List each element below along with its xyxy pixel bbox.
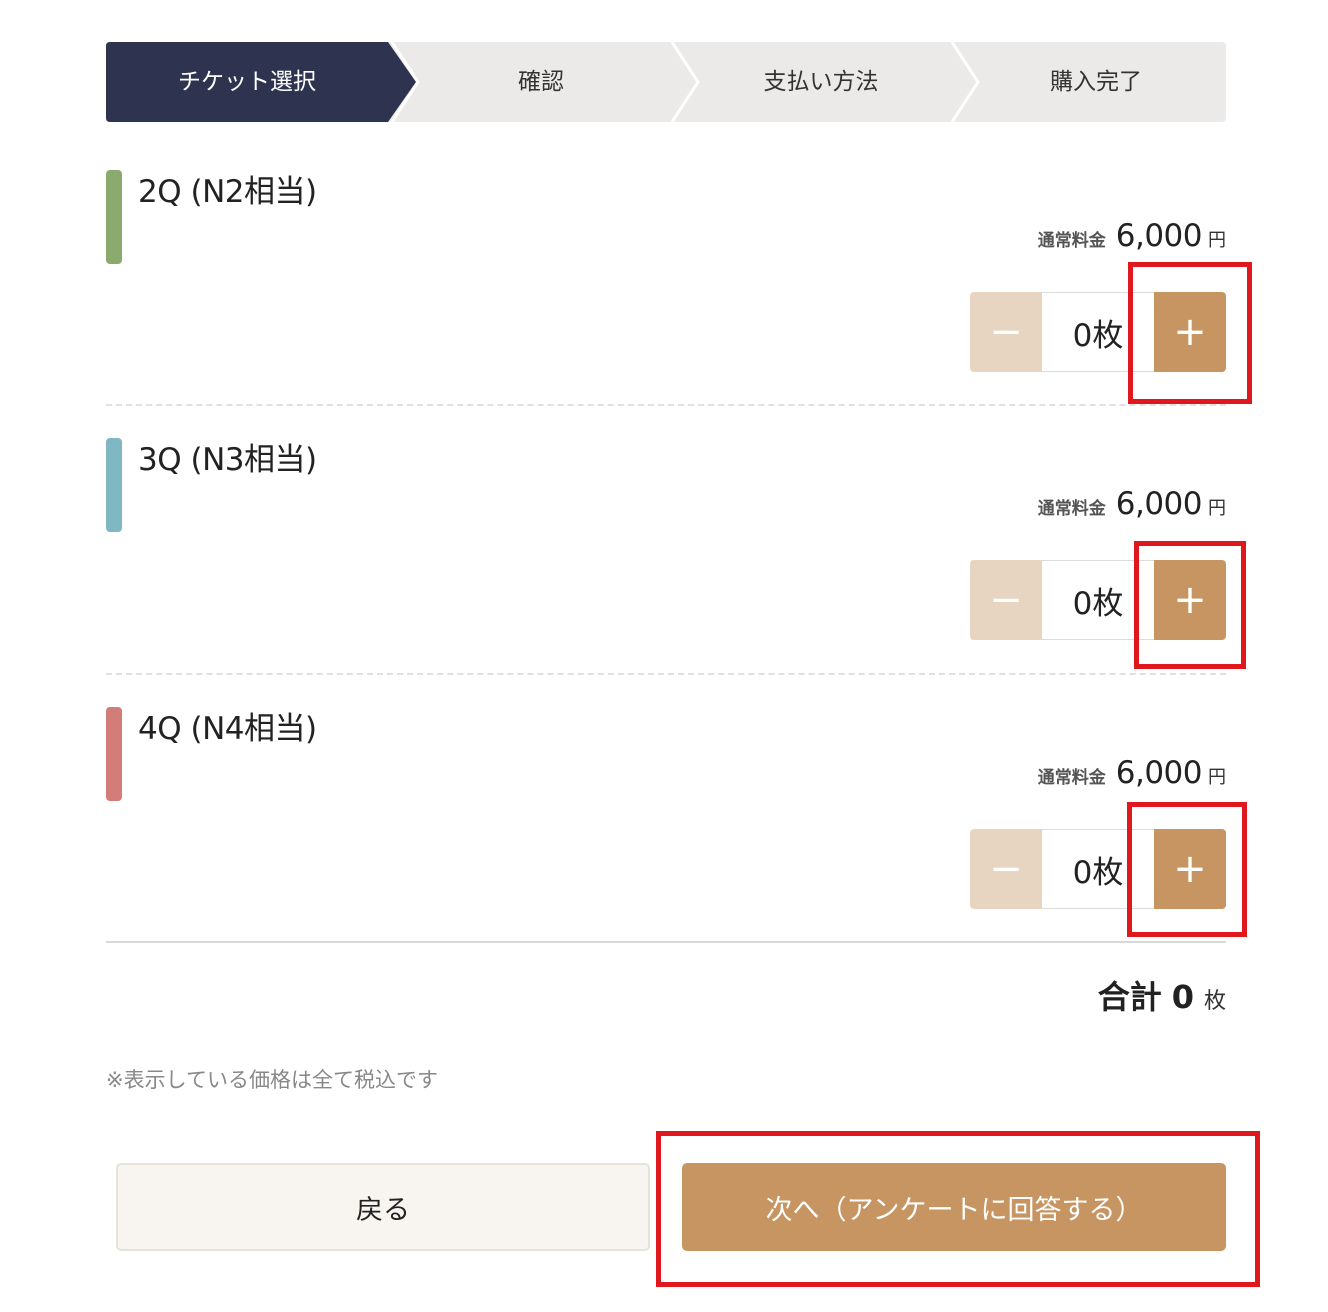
ticket-name: 4Q (N4相当) (138, 711, 317, 747)
row-divider (106, 673, 1226, 675)
price-row: 通常料金 6,000 円 (1038, 486, 1226, 526)
quantity-stepper: − 0枚 + (970, 560, 1226, 640)
increment-button[interactable]: + (1154, 829, 1226, 909)
total-label: 合計 (1097, 978, 1162, 1016)
quantity-stepper: − 0枚 + (970, 829, 1226, 909)
quantity-value: 0枚 (1042, 560, 1154, 640)
step-confirm: 確認 (518, 69, 564, 95)
increment-button[interactable]: + (1154, 560, 1226, 640)
price-unit: 円 (1208, 230, 1226, 251)
price-label: 通常料金 (1037, 499, 1106, 519)
quantity-value: 0枚 (1042, 829, 1154, 909)
price-label: 通常料金 (1037, 768, 1106, 788)
price-value: 6,000 (1115, 486, 1203, 522)
ticket-color-bar (106, 170, 122, 264)
decrement-button[interactable]: − (970, 829, 1042, 909)
back-button[interactable]: 戻る (116, 1163, 650, 1251)
price-row: 通常料金 6,000 円 (1038, 218, 1226, 258)
tax-note: ※表示している価格は全て税込です (106, 1068, 438, 1092)
price-value: 6,000 (1115, 218, 1203, 254)
total-unit: 枚 (1203, 989, 1226, 1014)
step-progress-bar: チケット選択 確認 支払い方法 購入完了 (106, 42, 1226, 122)
next-button[interactable]: 次へ（アンケートに回答する） (682, 1163, 1226, 1251)
ticket-color-bar (106, 707, 122, 801)
decrement-button[interactable]: − (970, 292, 1042, 372)
step-purchase-complete: 購入完了 (1050, 69, 1142, 95)
quantity-value: 0枚 (1042, 292, 1154, 372)
step-ticket-select: チケット選択 (178, 69, 316, 95)
price-label: 通常料金 (1037, 231, 1106, 251)
quantity-stepper: − 0枚 + (970, 292, 1226, 372)
ticket-name: 2Q (N2相当) (138, 174, 317, 210)
ticket-name: 3Q (N3相当) (138, 442, 317, 478)
row-divider (106, 404, 1226, 406)
total-value: 0 (1171, 978, 1194, 1016)
increment-button[interactable]: + (1154, 292, 1226, 372)
total-divider (106, 941, 1226, 943)
total-summary: 合計 0 枚 (1098, 972, 1226, 1018)
price-unit: 円 (1208, 767, 1226, 788)
price-unit: 円 (1208, 498, 1226, 519)
step-payment-method: 支払い方法 (763, 69, 879, 95)
price-value: 6,000 (1115, 755, 1203, 791)
price-row: 通常料金 6,000 円 (1038, 755, 1226, 795)
decrement-button[interactable]: − (970, 560, 1042, 640)
ticket-color-bar (106, 438, 122, 532)
